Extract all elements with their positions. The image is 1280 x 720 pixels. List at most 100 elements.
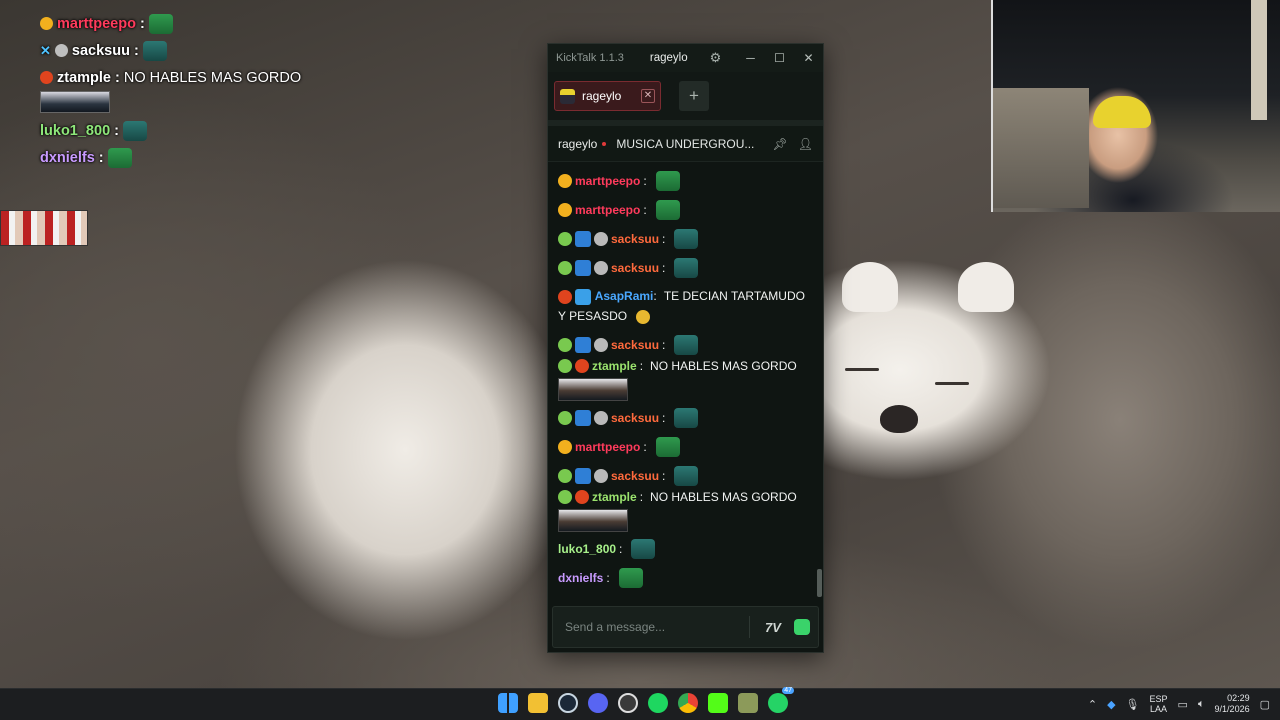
emote-icon xyxy=(655,436,680,457)
message-username[interactable]: AsapRami xyxy=(595,289,654,303)
image-emote xyxy=(558,509,628,532)
chat-scrollbar[interactable] xyxy=(817,569,822,597)
titlebar-channel[interactable]: rageylo xyxy=(650,52,688,64)
chat-message[interactable]: ztample: NO HABLES MAS GORDO xyxy=(558,359,811,403)
emote-icon xyxy=(618,567,643,588)
emote-icon xyxy=(674,334,699,355)
chat-message[interactable]: dxnielfs: xyxy=(558,563,811,592)
chat-message[interactable]: sacksuu: xyxy=(558,403,811,432)
message-username[interactable]: dxnielfs xyxy=(558,571,603,585)
windows-start-icon[interactable] xyxy=(498,693,518,713)
message-text: NO HABLES MAS GORDO xyxy=(650,490,797,504)
chat-message[interactable]: sacksuu: xyxy=(558,253,811,282)
message-username[interactable]: sacksuu xyxy=(611,261,659,275)
stream-title: MUSICA UNDERGROU... xyxy=(616,136,755,151)
tab-rageylo[interactable]: rageylo ✕ xyxy=(554,81,661,111)
blue-badge-icon xyxy=(575,259,591,276)
channel-info-bar: rageylo MUSICA UNDERGROU... 📌︎ 👤︎ xyxy=(548,126,823,162)
steam-icon[interactable] xyxy=(558,693,578,713)
minimize-button[interactable]: ─ xyxy=(736,44,765,72)
emote-icon xyxy=(107,147,132,168)
kick-icon[interactable] xyxy=(708,693,728,713)
overlay-chat-line: dxnielfs: xyxy=(40,144,301,171)
close-tab-icon[interactable]: ✕ xyxy=(641,89,655,103)
message-username[interactable]: marttpeepo xyxy=(575,203,640,217)
language-indicator[interactable]: ESP LAA xyxy=(1150,694,1168,714)
chat-message[interactable]: sacksuu: xyxy=(558,330,811,359)
message-username[interactable]: ztample xyxy=(592,359,637,373)
emote-icon xyxy=(655,199,680,220)
message-input-bar: Send a message... 7V xyxy=(552,606,819,648)
message-username[interactable]: marttpeepo xyxy=(575,440,640,454)
cube-badge-icon xyxy=(575,288,592,305)
window-titlebar[interactable]: KickTalk 1.1.3 rageylo ⚙ ─ ☐ ✕ xyxy=(548,44,823,72)
message-username[interactable]: luko1_800 xyxy=(558,542,616,556)
gold-badge-icon xyxy=(558,439,572,454)
obs-icon[interactable] xyxy=(618,693,638,713)
pin-icon[interactable]: 📌︎ xyxy=(773,137,788,151)
chat-messages[interactable]: marttpeepo: marttpeepo: sacksuu: sacksuu… xyxy=(548,166,823,599)
whatsapp-icon[interactable]: 47 xyxy=(768,687,794,713)
user-icon[interactable]: 👤︎ xyxy=(798,137,813,151)
chat-message[interactable]: ztample: NO HABLES MAS GORDO xyxy=(558,490,811,534)
maximize-button[interactable]: ☐ xyxy=(765,44,794,72)
red-badge-icon xyxy=(40,71,53,84)
notification-icon[interactable]: ▢ xyxy=(1260,698,1270,711)
chat-message[interactable]: sacksuu: xyxy=(558,224,811,253)
chat-message[interactable]: luko1_800: xyxy=(558,534,811,563)
emote-icon xyxy=(122,120,147,141)
overlay-username: ztample xyxy=(57,69,111,86)
message-username[interactable]: sacksuu xyxy=(611,232,659,246)
message-username[interactable]: sacksuu xyxy=(611,411,659,425)
close-button[interactable]: ✕ xyxy=(794,44,823,72)
settings-gear-icon[interactable]: ⚙ xyxy=(710,50,722,66)
tab-label: rageylo xyxy=(582,89,622,103)
gold-badge-icon xyxy=(558,173,572,188)
chat-message[interactable]: sacksuu: xyxy=(558,461,811,490)
overlay-image-emote xyxy=(40,91,110,113)
microphone-icon[interactable]: 🎙︎ xyxy=(1126,698,1140,711)
emote-icon xyxy=(674,257,699,278)
gray-badge-icon xyxy=(594,410,608,425)
emote-icon xyxy=(674,407,699,428)
chrome-icon[interactable] xyxy=(678,693,698,713)
chat-message[interactable]: marttpeepo: xyxy=(558,166,811,195)
message-username[interactable]: ztample xyxy=(592,490,637,504)
overlay-username: marttpeepo xyxy=(57,15,136,32)
file-explorer-icon[interactable] xyxy=(528,693,548,713)
clock-date: 9/1/2026 xyxy=(1214,704,1250,714)
alien-badge-icon xyxy=(558,359,572,373)
channel-tabs: rageylo ✕ + xyxy=(548,72,823,126)
gray-badge-icon xyxy=(594,337,608,352)
network-icon[interactable]: ▭ xyxy=(1178,698,1188,711)
7tv-emote-button[interactable]: 7V xyxy=(762,616,784,638)
chevron-up-icon[interactable]: ⌃ xyxy=(1088,698,1097,711)
live-indicator xyxy=(602,141,607,146)
channel-name[interactable]: rageylo xyxy=(558,137,597,151)
webcam-overlay xyxy=(991,0,1280,212)
spotify-icon[interactable] xyxy=(648,693,668,713)
kicktalk-window: KickTalk 1.1.3 rageylo ⚙ ─ ☐ ✕ rageylo ✕… xyxy=(547,43,824,653)
message-username[interactable]: marttpeepo xyxy=(575,174,640,188)
blue-badge-icon xyxy=(575,336,591,353)
system-tray: ⌃ ◆ 🎙︎ ESP LAA ▭ 🔈︎ 02:29 9/1/2026 ▢ xyxy=(1088,693,1270,715)
clock[interactable]: 02:29 9/1/2026 xyxy=(1215,693,1250,715)
kick-emote-button[interactable] xyxy=(794,619,810,635)
chat-message[interactable]: AsapRami: TE DECIAN TARTAMUDO Y PESASDO xyxy=(558,282,811,330)
overlay-chat: marttpeepo: ✕ sacksuu: ztample: NO HABLE… xyxy=(40,10,301,171)
discord-icon[interactable] xyxy=(588,693,608,713)
message-input[interactable]: Send a message... xyxy=(565,620,665,634)
webcam-background-wall xyxy=(993,88,1089,208)
message-username[interactable]: sacksuu xyxy=(611,338,659,352)
add-tab-button[interactable]: + xyxy=(679,81,709,111)
volume-icon[interactable]: 🔈︎ xyxy=(1198,698,1205,711)
chat-message[interactable]: marttpeepo: xyxy=(558,195,811,224)
message-username[interactable]: sacksuu xyxy=(611,469,659,483)
overlay-username: dxnielfs xyxy=(40,149,95,166)
security-icon[interactable]: ◆ xyxy=(1107,698,1115,711)
gold-badge-icon xyxy=(558,202,572,217)
overlay-chat-line: ✕ sacksuu: xyxy=(40,37,301,64)
notes-icon[interactable] xyxy=(738,693,758,713)
fox-eye-right xyxy=(935,382,969,385)
chat-message[interactable]: marttpeepo: xyxy=(558,432,811,461)
